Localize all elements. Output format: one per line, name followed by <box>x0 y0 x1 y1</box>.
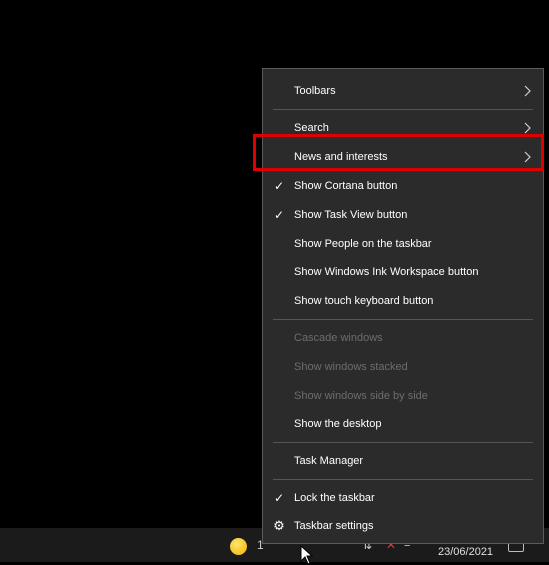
menu-separator <box>273 479 533 480</box>
menu-item-label: Task Manager <box>294 455 364 467</box>
weather-sun-icon[interactable] <box>230 538 247 555</box>
menu-item-show-touch-keyboard[interactable]: Show touch keyboard button <box>263 287 543 315</box>
menu-item-toolbars[interactable]: Toolbars <box>263 77 543 105</box>
menu-item-label: Show Cortana button <box>294 180 398 192</box>
menu-item-label: Lock the taskbar <box>294 492 375 504</box>
menu-item-show-cortana-button[interactable]: ✓ Show Cortana button <box>263 172 543 200</box>
menu-item-label: Show windows side by side <box>294 390 428 402</box>
menu-item-label: Cascade windows <box>294 332 383 344</box>
menu-item-cascade-windows: Cascade windows <box>263 324 543 352</box>
menu-separator <box>273 109 533 110</box>
menu-item-label: Toolbars <box>294 85 336 97</box>
chevron-right-icon <box>524 85 531 97</box>
highlight-annotation-box <box>253 134 544 171</box>
menu-item-label: Show touch keyboard button <box>294 295 434 307</box>
menu-item-task-manager[interactable]: Task Manager <box>263 447 543 475</box>
menu-item-taskbar-settings[interactable]: ⚙ Taskbar settings <box>263 512 543 540</box>
checkmark-icon: ✓ <box>273 208 285 222</box>
menu-item-show-people[interactable]: Show People on the taskbar <box>263 230 543 258</box>
clock-date[interactable]: 23/06/2021 <box>438 546 493 558</box>
menu-item-show-task-view-button[interactable]: ✓ Show Task View button <box>263 201 543 229</box>
menu-separator <box>273 319 533 320</box>
menu-separator <box>273 442 533 443</box>
checkmark-icon: ✓ <box>273 179 285 193</box>
menu-item-label: Show Windows Ink Workspace button <box>294 266 479 278</box>
chevron-right-icon <box>524 122 531 134</box>
checkmark-icon: ✓ <box>273 491 285 505</box>
menu-item-lock-the-taskbar[interactable]: ✓ Lock the taskbar <box>263 484 543 512</box>
menu-item-label: Taskbar settings <box>294 520 374 532</box>
gear-icon: ⚙ <box>273 518 285 533</box>
menu-item-show-the-desktop[interactable]: Show the desktop <box>263 410 543 438</box>
menu-item-show-windows-side-by-side: Show windows side by side <box>263 382 543 410</box>
menu-item-show-windows-ink[interactable]: Show Windows Ink Workspace button <box>263 258 543 286</box>
menu-item-label: Show the desktop <box>294 418 382 430</box>
menu-item-label: Show People on the taskbar <box>294 238 432 250</box>
menu-item-label: Show Task View button <box>294 209 408 221</box>
menu-item-show-windows-stacked: Show windows stacked <box>263 353 543 381</box>
menu-item-label: Show windows stacked <box>294 361 408 373</box>
